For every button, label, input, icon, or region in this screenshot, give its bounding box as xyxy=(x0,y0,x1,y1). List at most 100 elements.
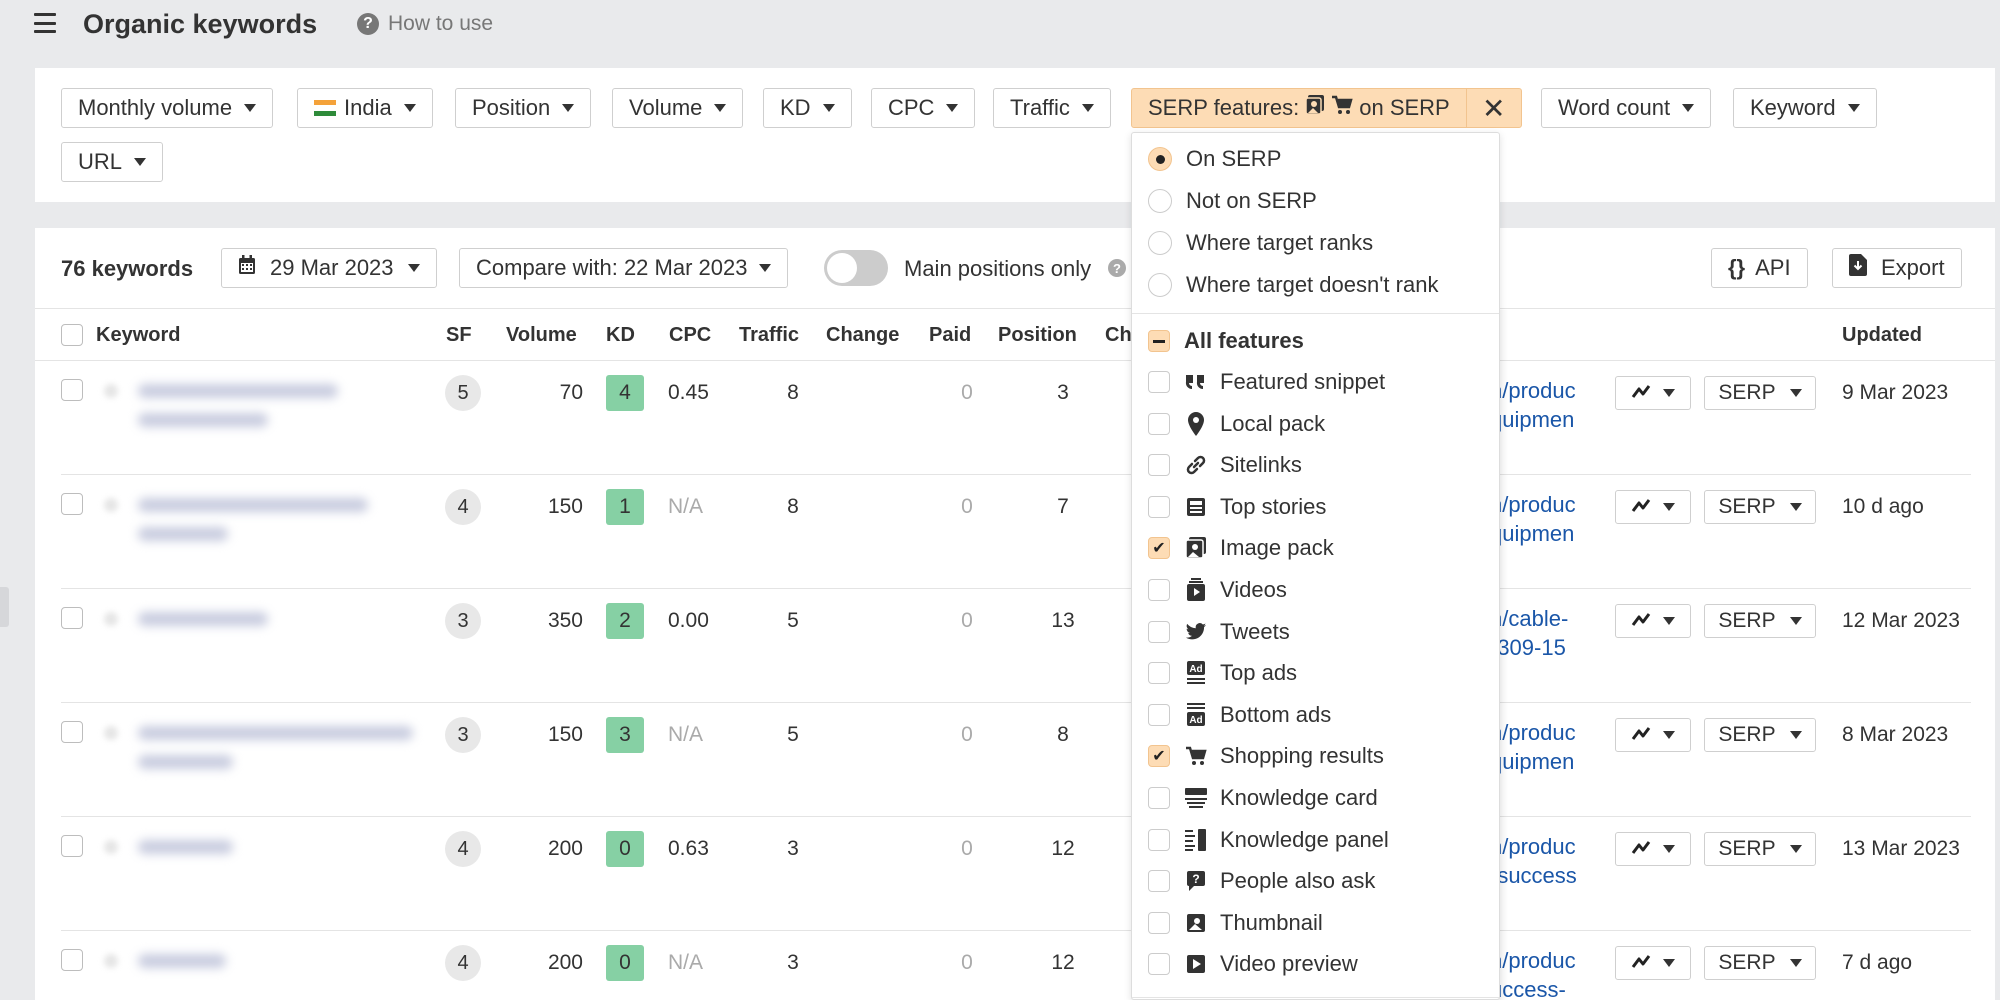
radio-button[interactable] xyxy=(1148,231,1172,255)
serp-feature-option[interactable]: ✔ Image pack xyxy=(1148,531,1334,565)
radio-button[interactable] xyxy=(1148,189,1172,213)
keyword-text-blurred[interactable] xyxy=(138,384,338,398)
serp-feature-option[interactable]: Featured snippet xyxy=(1148,365,1385,399)
row-checkbox[interactable] xyxy=(61,949,83,971)
serp-option-radio-row[interactable]: On SERP xyxy=(1148,142,1281,176)
serp-feature-option[interactable]: Knowledge card xyxy=(1148,781,1378,815)
filter-keyword[interactable]: Keyword xyxy=(1733,88,1877,128)
column-header-kd[interactable]: KD xyxy=(606,324,635,347)
all-features-checkbox-row[interactable]: All features xyxy=(1148,324,1304,358)
date-picker[interactable]: 29 Mar 2023 xyxy=(221,248,437,288)
position-history-button[interactable] xyxy=(1615,832,1691,866)
keyword-text-blurred[interactable] xyxy=(138,498,368,512)
serp-button[interactable]: SERP xyxy=(1704,604,1816,638)
column-header-keyword[interactable]: Keyword xyxy=(96,324,180,347)
row-checkbox[interactable] xyxy=(61,493,83,515)
column-header-change[interactable]: Change xyxy=(826,324,899,347)
filter-kd[interactable]: KD xyxy=(763,88,852,128)
serp-button[interactable]: SERP xyxy=(1704,946,1816,980)
serp-button[interactable]: SERP xyxy=(1704,376,1816,410)
serp-feature-option[interactable]: ✔ Shopping results xyxy=(1148,739,1384,773)
serp-feature-option[interactable]: Knowledge panel xyxy=(1148,823,1389,857)
filter-volume[interactable]: Volume xyxy=(612,88,744,128)
row-checkbox[interactable] xyxy=(61,835,83,857)
export-button[interactable]: Export xyxy=(1832,248,1962,288)
compare-date-picker[interactable]: Compare with: 22 Mar 2023 xyxy=(459,248,789,288)
sf-count-badge[interactable]: 4 xyxy=(445,489,481,525)
radio-button[interactable] xyxy=(1148,147,1172,171)
feature-checkbox[interactable] xyxy=(1148,454,1170,477)
api-button[interactable]: {} API xyxy=(1711,248,1808,288)
column-header-position[interactable]: Position xyxy=(998,324,1077,347)
feature-checkbox[interactable] xyxy=(1148,703,1170,726)
sf-count-badge[interactable]: 5 xyxy=(445,375,481,411)
filter-monthly-volume[interactable]: Monthly volume xyxy=(61,88,274,128)
sf-count-badge[interactable]: 4 xyxy=(445,945,481,981)
column-header-volume[interactable]: Volume xyxy=(506,324,577,347)
clear-serp-filter-button[interactable]: ✕ xyxy=(1465,89,1521,127)
position-history-button[interactable] xyxy=(1615,604,1691,638)
serp-feature-option[interactable]: Video preview xyxy=(1148,947,1358,981)
feature-checkbox[interactable] xyxy=(1148,495,1170,518)
serp-feature-option[interactable]: Local pack xyxy=(1148,407,1325,441)
sf-count-badge[interactable]: 4 xyxy=(445,831,481,867)
column-header-change-truncated[interactable]: Ch xyxy=(1105,324,1132,347)
column-header-sf[interactable]: SF xyxy=(446,324,472,347)
keyword-text-blurred[interactable] xyxy=(138,413,268,427)
filter-position[interactable]: Position xyxy=(455,88,592,128)
position-history-button[interactable] xyxy=(1615,376,1691,410)
serp-option-radio-row[interactable]: Where target ranks xyxy=(1148,226,1373,260)
serp-button[interactable]: SERP xyxy=(1704,490,1816,524)
feature-checkbox[interactable] xyxy=(1148,412,1170,435)
feature-checkbox[interactable]: ✔ xyxy=(1148,537,1170,560)
sf-count-badge[interactable]: 3 xyxy=(445,717,481,753)
sidebar-handle[interactable] xyxy=(0,587,9,627)
column-header-traffic[interactable]: Traffic xyxy=(739,324,799,347)
feature-checkbox[interactable]: ✔ xyxy=(1148,745,1170,768)
feature-checkbox[interactable] xyxy=(1148,662,1170,685)
filter-cpc[interactable]: CPC xyxy=(871,88,976,128)
serp-features-filter-toggle[interactable]: SERP features: on SERP xyxy=(1132,89,1466,127)
serp-feature-option[interactable]: Ad Bottom ads xyxy=(1148,698,1331,732)
filter-country[interactable]: India xyxy=(297,88,433,128)
column-header-paid[interactable]: Paid xyxy=(929,324,971,347)
row-checkbox[interactable] xyxy=(61,379,83,401)
feature-checkbox[interactable] xyxy=(1148,371,1170,393)
feature-checkbox[interactable] xyxy=(1148,579,1170,601)
serp-button[interactable]: SERP xyxy=(1704,718,1816,752)
feature-checkbox[interactable] xyxy=(1148,787,1170,809)
row-checkbox[interactable] xyxy=(61,607,83,629)
serp-button[interactable]: SERP xyxy=(1704,832,1816,866)
radio-button[interactable] xyxy=(1148,273,1172,297)
sf-count-badge[interactable]: 3 xyxy=(445,603,481,639)
column-header-cpc[interactable]: CPC xyxy=(669,324,711,347)
feature-checkbox[interactable] xyxy=(1148,911,1170,934)
keyword-text-blurred[interactable] xyxy=(138,612,268,626)
position-history-button[interactable] xyxy=(1615,946,1691,980)
keyword-text-blurred[interactable] xyxy=(138,954,226,968)
help-circle-icon[interactable]: ? xyxy=(1108,259,1126,277)
keyword-text-blurred[interactable] xyxy=(138,527,228,541)
feature-checkbox[interactable] xyxy=(1148,953,1170,976)
main-positions-toggle[interactable] xyxy=(824,250,888,286)
filter-url[interactable]: URL xyxy=(61,142,164,182)
filter-traffic[interactable]: Traffic xyxy=(993,88,1111,128)
serp-feature-option[interactable]: Sitelinks xyxy=(1148,448,1302,482)
serp-feature-option[interactable]: Thumbnail xyxy=(1148,906,1323,940)
select-all-checkbox[interactable] xyxy=(61,324,83,346)
serp-feature-option[interactable]: ? People also ask xyxy=(1148,864,1375,898)
serp-feature-option[interactable]: Ad Top ads xyxy=(1148,656,1297,690)
position-history-button[interactable] xyxy=(1615,718,1691,752)
keyword-text-blurred[interactable] xyxy=(138,840,233,854)
row-checkbox[interactable] xyxy=(61,721,83,743)
hamburger-menu-icon[interactable] xyxy=(34,13,56,33)
filter-word-count[interactable]: Word count xyxy=(1541,88,1712,128)
feature-checkbox[interactable] xyxy=(1148,620,1170,643)
serp-feature-option[interactable]: Tweets xyxy=(1148,615,1290,649)
serp-feature-option[interactable]: Top stories xyxy=(1148,490,1326,524)
serp-feature-option[interactable]: Videos xyxy=(1148,573,1287,607)
feature-checkbox[interactable] xyxy=(1148,828,1170,851)
column-header-updated[interactable]: Updated xyxy=(1842,324,1922,347)
feature-checkbox[interactable] xyxy=(1148,870,1170,893)
position-history-button[interactable] xyxy=(1615,490,1691,524)
